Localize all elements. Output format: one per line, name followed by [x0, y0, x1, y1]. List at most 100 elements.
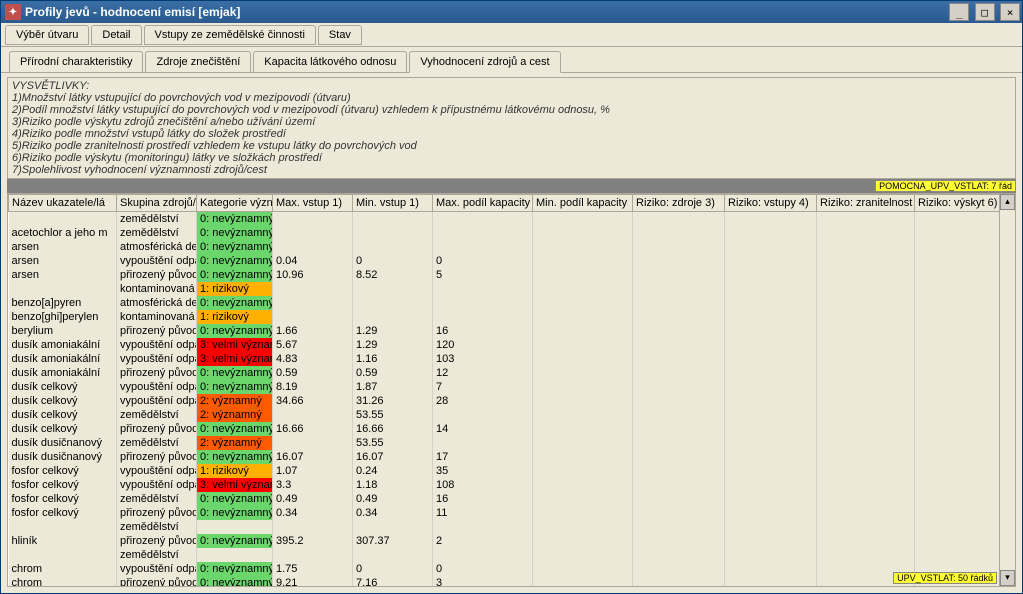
cell-name: acetochlor a jeho m [9, 226, 117, 240]
table-row[interactable]: arsenpřirozený původ0: nevýznamný10.968.… [9, 268, 1017, 282]
vertical-scrollbar[interactable]: ▴ ▾ [999, 194, 1015, 586]
col-header-3[interactable]: Max. vstup 1) [273, 195, 353, 212]
menu-vstupy-ze-zem-d-lsk-innosti[interactable]: Vstupy ze zemědělské činnosti [144, 25, 316, 45]
cell-r4 [725, 548, 817, 562]
cell-minp [533, 254, 633, 268]
table-row[interactable]: arsenvypouštění odpadi0: nevýznamný0.040… [9, 254, 1017, 268]
col-header-0[interactable]: Název ukazatele/lá [9, 195, 117, 212]
table-row[interactable]: kontaminovaná mí1: rizikový [9, 282, 1017, 296]
cell-max: 1.66 [273, 324, 353, 338]
col-header-10[interactable]: Riziko: výskyt 6) [915, 195, 1007, 212]
scroll-track[interactable] [1000, 210, 1015, 570]
table-row[interactable]: dusík amoniakálnívypouštění odpadi3: vel… [9, 352, 1017, 366]
cell-min [353, 282, 433, 296]
menu-detail[interactable]: Detail [91, 25, 141, 45]
cell-maxp: 0 [433, 254, 533, 268]
cell-r3 [633, 464, 725, 478]
cell-r5 [817, 366, 915, 380]
table-row[interactable]: fosfor celkovývypouštění odpadi1: riziko… [9, 464, 1017, 478]
col-header-4[interactable]: Min. vstup 1) [353, 195, 433, 212]
cell-r5 [817, 436, 915, 450]
cell-minp [533, 464, 633, 478]
cell-minp [533, 310, 633, 324]
table-row[interactable]: dusík amoniakálnívypouštění odpadi3: vel… [9, 338, 1017, 352]
cell-r4 [725, 492, 817, 506]
table-row[interactable]: dusík celkovýpřirozený původ0: nevýznamn… [9, 422, 1017, 436]
data-table[interactable]: Název ukazatele/láSkupina zdrojů/ceKateg… [8, 194, 1016, 587]
table-row[interactable]: dusík dusičnanovýzemědělství2: významný5… [9, 436, 1017, 450]
cell-min: 0.49 [353, 492, 433, 506]
legend-heading: VYSVĚTLIVKY: [12, 80, 1011, 92]
cell-cat: 1: rizikový [197, 464, 273, 478]
table-row[interactable]: dusík amoniakálnípřirozený původ0: nevýz… [9, 366, 1017, 380]
table-row[interactable]: fosfor celkovýpřirozený původ0: nevýznam… [9, 506, 1017, 520]
table-row[interactable]: chromvypouštění odpadi0: nevýznamný1.750… [9, 562, 1017, 576]
cell-group: vypouštění odpadi [117, 464, 197, 478]
table-row[interactable]: chrompřirozený původ0: nevýznamný9.217.1… [9, 576, 1017, 587]
legend-line-7: 7)Spolehlivost vyhodnocení významnosti z… [12, 164, 1011, 176]
cell-max: 0.04 [273, 254, 353, 268]
table-row[interactable]: dusík celkovývypouštění odpadi2: významn… [9, 394, 1017, 408]
col-header-2[interactable]: Kategorie význami [197, 195, 273, 212]
cell-r3 [633, 268, 725, 282]
cell-r4 [725, 436, 817, 450]
table-row[interactable]: dusík celkovýzemědělství2: významný53.55 [9, 408, 1017, 422]
col-header-6[interactable]: Min. podíl kapacity [533, 195, 633, 212]
cell-max: 16.66 [273, 422, 353, 436]
cell-r4 [725, 464, 817, 478]
cell-cat: 2: významný [197, 408, 273, 422]
table-row[interactable]: zemědělstvíL [9, 520, 1017, 534]
cell-name: dusík amoniakální [9, 366, 117, 380]
menu-stav[interactable]: Stav [318, 25, 362, 45]
cell-cat: 0: nevýznamný [197, 366, 273, 380]
table-row[interactable]: fosfor celkovýzemědělství0: nevýznamný0.… [9, 492, 1017, 506]
menu-v-b-r-tvaru[interactable]: Výběr útvaru [5, 25, 89, 45]
cell-cat: 1: rizikový [197, 310, 273, 324]
maximize-button[interactable]: □ [975, 3, 995, 21]
table-row[interactable]: dusík dusičnanovýpřirozený původ0: nevýz… [9, 450, 1017, 464]
col-header-8[interactable]: Riziko: vstupy 4) [725, 195, 817, 212]
table-row[interactable]: acetochlor a jeho mzemědělství0: nevýzna… [9, 226, 1017, 240]
cell-group: přirozený původ [117, 534, 197, 548]
tab-1[interactable]: Zdroje znečištění [145, 51, 251, 72]
table-row[interactable]: benzo[ghi]perylenkontaminovaná mí1: rizi… [9, 310, 1017, 324]
cell-maxp [433, 240, 533, 254]
table-row[interactable]: zemědělství0: nevýznamnýM [9, 212, 1017, 227]
close-button[interactable]: × [1000, 3, 1020, 21]
cell-r4 [725, 394, 817, 408]
col-header-5[interactable]: Max. podíl kapacity [433, 195, 533, 212]
cell-max: 1.07 [273, 464, 353, 478]
cell-minp [533, 534, 633, 548]
cell-max: 10.96 [273, 268, 353, 282]
cell-r6 [915, 254, 1007, 268]
cell-name [9, 548, 117, 562]
cell-r4 [725, 254, 817, 268]
table-row[interactable]: beryliumpřirozený původ0: nevýznamný1.66… [9, 324, 1017, 338]
cell-r3 [633, 282, 725, 296]
cell-name [9, 212, 117, 227]
scroll-down-button[interactable]: ▾ [1000, 570, 1015, 586]
tab-0[interactable]: Přírodní charakteristiky [9, 51, 143, 72]
table-row[interactable]: dusík celkovývypouštění odpadi0: nevýzna… [9, 380, 1017, 394]
tab-2[interactable]: Kapacita látkového odnosu [253, 51, 407, 72]
table-row[interactable]: zemědělství [9, 548, 1017, 562]
tab-3[interactable]: Vyhodnocení zdrojů a cest [409, 51, 560, 73]
scroll-up-button[interactable]: ▴ [1000, 194, 1015, 210]
cell-r5 [817, 534, 915, 548]
cell-r5 [817, 282, 915, 296]
cell-cat: 0: nevýznamný [197, 380, 273, 394]
col-header-7[interactable]: Riziko: zdroje 3) [633, 195, 725, 212]
minimize-button[interactable]: _ [949, 3, 969, 21]
table-row[interactable]: benzo[a]pyrenatmosférická depo0: nevýzna… [9, 296, 1017, 310]
cell-max: 0.59 [273, 366, 353, 380]
cell-r5 [817, 226, 915, 240]
table-row[interactable]: arsenatmosférická depo0: nevýznamný [9, 240, 1017, 254]
cell-r4 [725, 506, 817, 520]
top-status-badge: POMOCNA_UPV_VSTLAT: 7 řád [875, 180, 1016, 192]
col-header-9[interactable]: Riziko: zranitelnost [817, 195, 915, 212]
cell-r3 [633, 366, 725, 380]
cell-maxp: 16 [433, 492, 533, 506]
col-header-1[interactable]: Skupina zdrojů/ce [117, 195, 197, 212]
table-row[interactable]: fosfor celkovývypouštění odpadi3: velmi … [9, 478, 1017, 492]
table-row[interactable]: hliníkpřirozený původ0: nevýznamný395.23… [9, 534, 1017, 548]
